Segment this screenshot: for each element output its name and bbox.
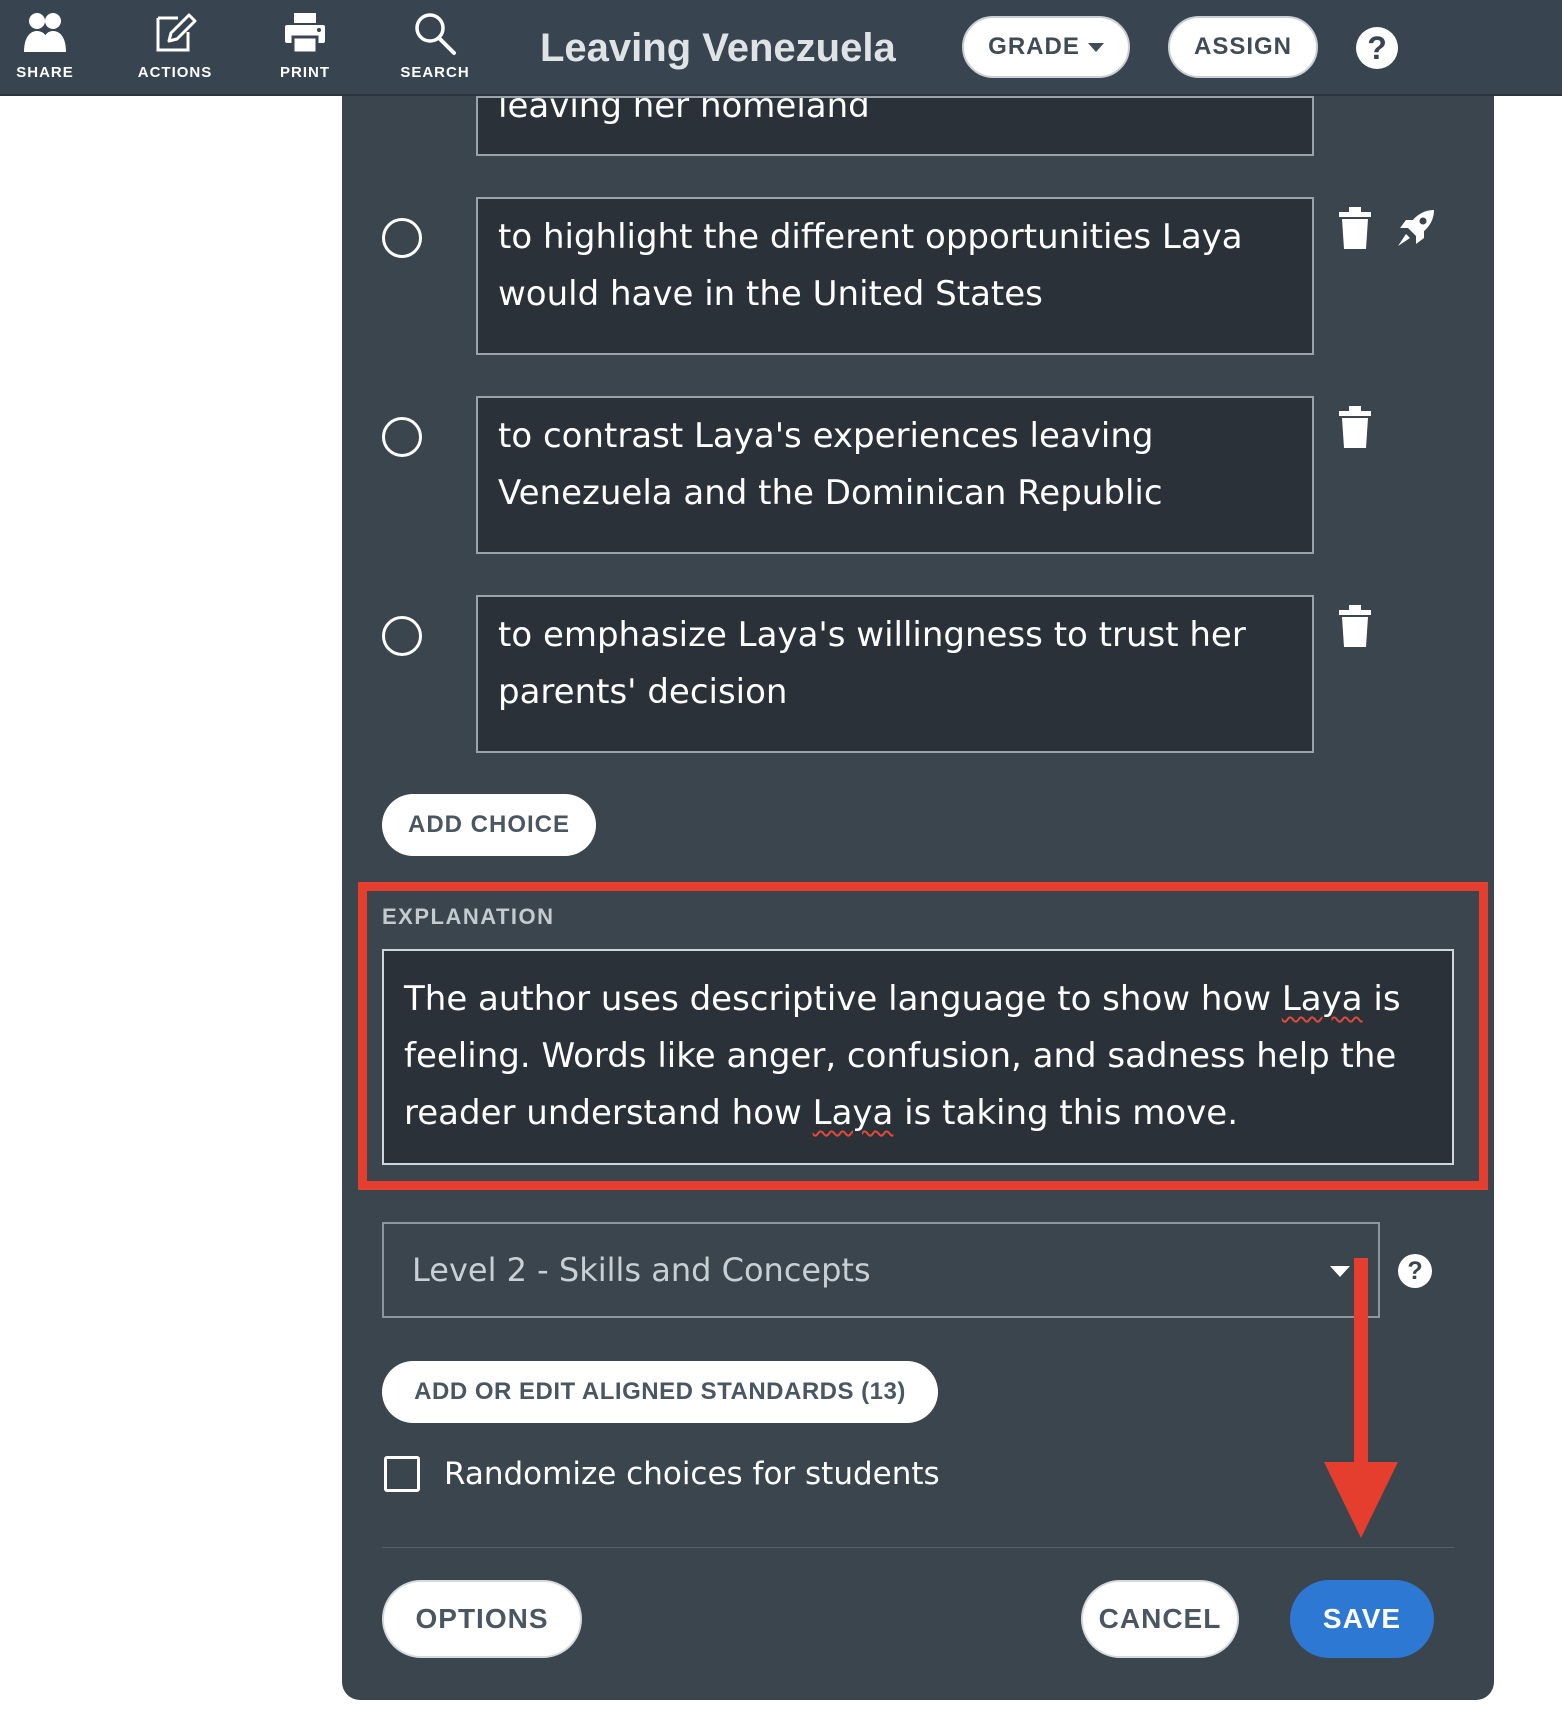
explanation-textarea[interactable]: The author uses descriptive language to … [382, 949, 1454, 1165]
search-label: SEARCH [400, 64, 470, 81]
edit-standards-button[interactable]: ADD OR EDIT ALIGNED STANDARDS (13) [382, 1361, 938, 1423]
annotation-arrow-shaft [1354, 1258, 1368, 1468]
randomize-checkbox[interactable] [384, 1456, 420, 1492]
search-icon [415, 13, 456, 55]
trash-icon[interactable] [1337, 605, 1373, 647]
choice-radio[interactable] [382, 218, 422, 258]
spellcheck-flagged-word: Laya [1281, 979, 1363, 1019]
page-title: Leaving Venezuela [540, 26, 896, 70]
choice-text-field[interactable]: to contrast Laya's experiences leaving V… [476, 396, 1314, 554]
add-choice-button[interactable]: ADD CHOICE [382, 794, 596, 856]
users-icon [24, 13, 66, 52]
options-button[interactable]: OPTIONS [382, 1580, 582, 1658]
save-button[interactable]: SAVE [1290, 1580, 1434, 1658]
choice-text-field[interactable]: to highlight the different opportunities… [476, 197, 1314, 355]
choice-radio[interactable] [382, 417, 422, 457]
top-toolbar: SHARE ACTIONS PRINT SEARCH Leaving Venez… [0, 0, 1562, 96]
share-label: SHARE [16, 64, 74, 81]
choice-text-field[interactable]: leaving her homeland [476, 96, 1314, 156]
grade-dropdown-button[interactable]: GRADE [962, 16, 1130, 78]
printer-icon [285, 13, 325, 55]
explanation-text: is taking this move. [893, 1093, 1239, 1133]
actions-label: ACTIONS [137, 64, 213, 81]
trash-icon[interactable] [1337, 406, 1373, 448]
actions-button[interactable]: ACTIONS [125, 6, 225, 90]
edit-icon [156, 13, 197, 52]
cancel-button[interactable]: CANCEL [1081, 1580, 1239, 1658]
choice-text: to contrast Laya's experiences leaving V… [498, 416, 1163, 513]
footer-divider [382, 1547, 1454, 1548]
print-label: PRINT [280, 64, 330, 81]
depth-of-knowledge-select[interactable]: Level 2 - Skills and Concepts [382, 1222, 1380, 1318]
assign-button[interactable]: ASSIGN [1168, 16, 1318, 78]
share-button[interactable]: SHARE [0, 6, 95, 90]
randomize-label: Randomize choices for students [444, 1456, 940, 1492]
annotation-arrow-head [1324, 1462, 1398, 1538]
help-icon[interactable]: ? [1356, 27, 1398, 69]
chevron-down-icon [1330, 1266, 1350, 1277]
explanation-text: The author uses descriptive language to … [404, 979, 1282, 1019]
rocket-icon[interactable] [1394, 206, 1438, 250]
choice-text-field[interactable]: to emphasize Laya's willingness to trust… [476, 595, 1314, 753]
level-select-value: Level 2 - Skills and Concepts [412, 1251, 871, 1289]
choice-text: leaving her homeland [498, 96, 870, 126]
chevron-down-icon [1087, 42, 1104, 52]
trash-icon[interactable] [1337, 207, 1373, 249]
choice-text: to highlight the different opportunities… [498, 217, 1243, 314]
choice-text: to emphasize Laya's willingness to trust… [498, 615, 1246, 712]
search-button[interactable]: SEARCH [385, 6, 485, 90]
print-button[interactable]: PRINT [255, 6, 355, 90]
level-help-icon[interactable]: ? [1398, 1254, 1432, 1288]
spellcheck-flagged-word: Laya [812, 1093, 894, 1133]
assign-label: ASSIGN [1193, 33, 1292, 60]
grade-label: GRADE [988, 33, 1080, 60]
choice-radio[interactable] [382, 616, 422, 656]
explanation-label: EXPLANATION [382, 904, 555, 929]
